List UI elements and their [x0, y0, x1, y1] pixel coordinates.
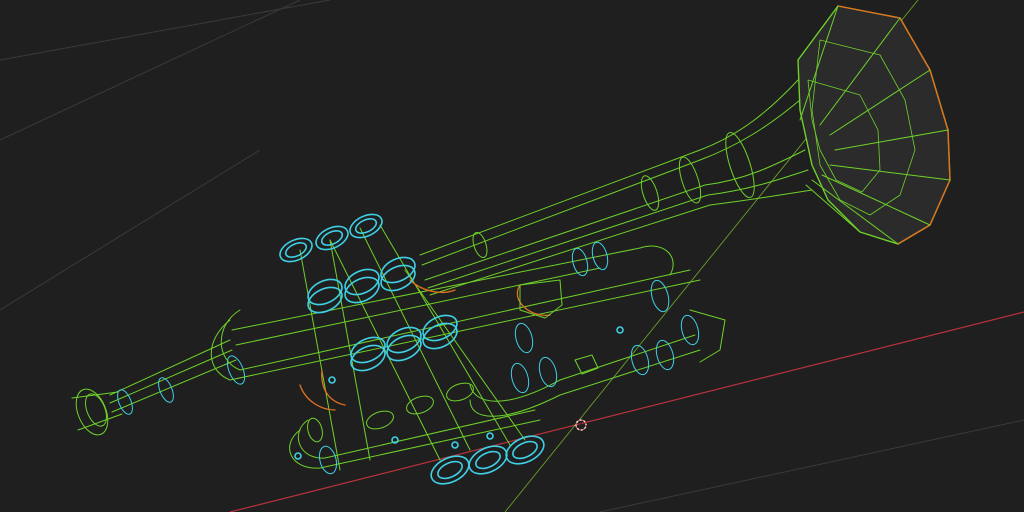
3d-viewport[interactable] [0, 0, 1024, 512]
mouthpiece[interactable] [70, 385, 135, 440]
bell-tube[interactable] [419, 79, 813, 296]
scene-canvas[interactable] [0, 0, 1024, 512]
x-axis-line [229, 311, 1024, 512]
valve-cap-bottom-1[interactable] [427, 451, 473, 490]
screw [294, 452, 302, 460]
bell-flare[interactable] [797, 5, 951, 245]
valve-cap-top-1[interactable] [276, 234, 315, 266]
trumpet-mesh[interactable] [70, 5, 951, 476]
valve-cap-bottom-3[interactable] [502, 431, 548, 470]
valve-cap-top-3[interactable] [346, 210, 385, 242]
screw [451, 441, 459, 449]
screw [616, 326, 624, 334]
valve-cap-top-2[interactable] [312, 222, 351, 254]
screw [328, 376, 336, 384]
finger-hooks[interactable] [519, 279, 599, 375]
screw [486, 432, 494, 440]
valve-cap-bottom-2[interactable] [465, 441, 511, 480]
